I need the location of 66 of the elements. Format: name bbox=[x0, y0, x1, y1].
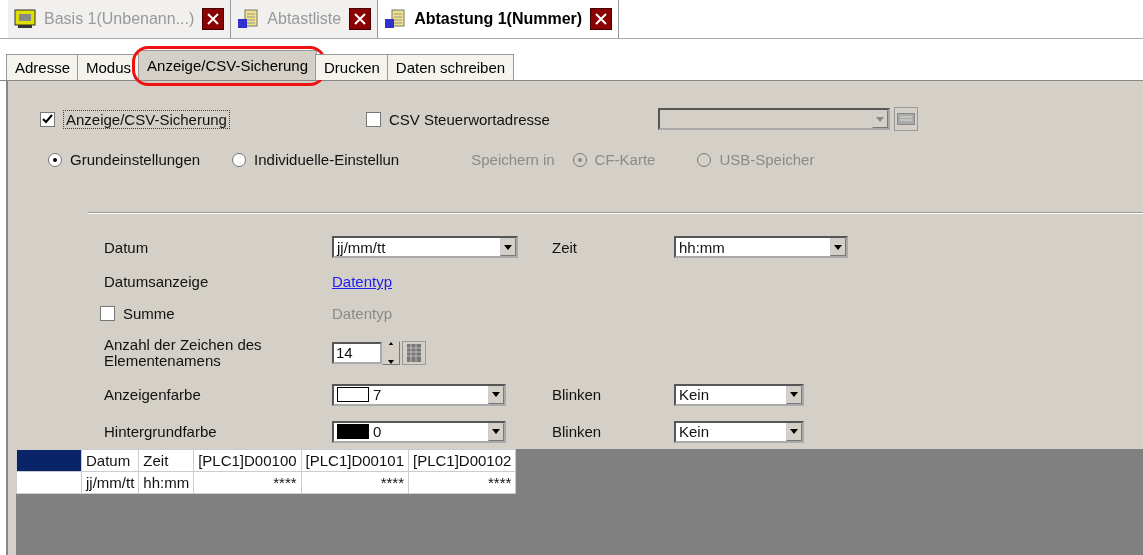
close-button[interactable] bbox=[202, 8, 225, 30]
document-icon bbox=[237, 9, 260, 29]
close-icon bbox=[206, 12, 221, 26]
table-cell: **** bbox=[193, 471, 302, 493]
color-dropdown[interactable]: 7 bbox=[332, 383, 506, 406]
data-type-label: Datentyp bbox=[332, 305, 393, 322]
column-header: Datum bbox=[81, 449, 139, 471]
field-label: Blinken bbox=[552, 423, 603, 440]
radio-label: CF-Karte bbox=[594, 151, 656, 168]
keypad-icon bbox=[407, 343, 421, 362]
radio-button[interactable] bbox=[48, 152, 62, 167]
close-icon bbox=[594, 12, 609, 26]
keypad-icon bbox=[896, 113, 915, 125]
column-header: [PLC1]D00100 bbox=[193, 449, 302, 471]
tab[interactable]: Daten schreiben bbox=[386, 54, 515, 80]
field-label: Zeit bbox=[552, 238, 578, 256]
table-cell: **** bbox=[408, 471, 516, 493]
field-label: Blinken bbox=[552, 386, 603, 403]
caret-icon bbox=[492, 429, 500, 434]
checkbox[interactable] bbox=[40, 111, 55, 127]
caret-icon bbox=[492, 392, 500, 397]
table-cell: jj/mm/tt bbox=[81, 471, 139, 493]
field-label: Anzahl der Zeichen des Elementenamens bbox=[104, 337, 263, 369]
number-field[interactable]: 14 bbox=[332, 341, 382, 364]
tab[interactable]: Modus bbox=[77, 54, 141, 80]
time-format-dropdown[interactable]: hh:mm bbox=[674, 236, 848, 258]
radio-label: USB-Speicher bbox=[719, 151, 815, 168]
close-button[interactable] bbox=[349, 8, 372, 30]
save-to-label: Speichern in bbox=[471, 151, 555, 168]
field-label: Hintergrundfarbe bbox=[104, 423, 218, 440]
column-header: Zeit bbox=[138, 449, 194, 471]
checkbox-label: CSV Steuerwortadresse bbox=[388, 110, 550, 128]
tab[interactable]: Adresse bbox=[6, 54, 80, 80]
radio-label: Grundeinstellungen bbox=[70, 151, 201, 168]
radio-label: Individuelle-Einstellun bbox=[254, 151, 400, 168]
column-header: [PLC1]D00101 bbox=[301, 449, 409, 471]
data-type-link[interactable]: Datentyp bbox=[332, 273, 393, 290]
checkbox-label: Anzeige/CSV-Sicherung bbox=[63, 109, 230, 129]
checkbox[interactable] bbox=[100, 306, 115, 321]
tab[interactable]: Drucken bbox=[315, 54, 389, 80]
field-label: Datumsanzeige bbox=[104, 273, 210, 290]
tab[interactable]: Anzeige/CSV-Sicherung bbox=[138, 50, 317, 80]
caret-icon bbox=[790, 392, 798, 397]
caret-icon bbox=[834, 244, 842, 250]
checkbox-label: Summe bbox=[123, 305, 175, 322]
close-icon bbox=[353, 12, 368, 26]
caret-up-icon bbox=[388, 341, 394, 345]
date-format-dropdown[interactable]: jj/mm/tt bbox=[332, 236, 518, 258]
table-cell: **** bbox=[301, 471, 409, 493]
close-button[interactable] bbox=[590, 8, 613, 30]
table-cell: hh:mm bbox=[138, 471, 194, 493]
check-icon bbox=[42, 114, 53, 124]
monitor-icon bbox=[14, 9, 36, 29]
color-dropdown[interactable]: 0 bbox=[332, 420, 506, 443]
spin-button[interactable] bbox=[382, 340, 400, 365]
caret-icon bbox=[790, 429, 798, 434]
blink-dropdown[interactable]: Kein bbox=[674, 420, 804, 443]
column-header: [PLC1]D00102 bbox=[408, 449, 516, 471]
blink-dropdown[interactable]: Kein bbox=[674, 383, 804, 406]
document-icon bbox=[384, 9, 407, 29]
field-label: Datum bbox=[104, 238, 150, 256]
caret-icon bbox=[387, 359, 395, 364]
caret-icon bbox=[504, 244, 512, 250]
radio-button[interactable] bbox=[232, 152, 247, 167]
caret-icon bbox=[875, 116, 884, 122]
field-label: Anzeigenfarbe bbox=[104, 386, 202, 403]
